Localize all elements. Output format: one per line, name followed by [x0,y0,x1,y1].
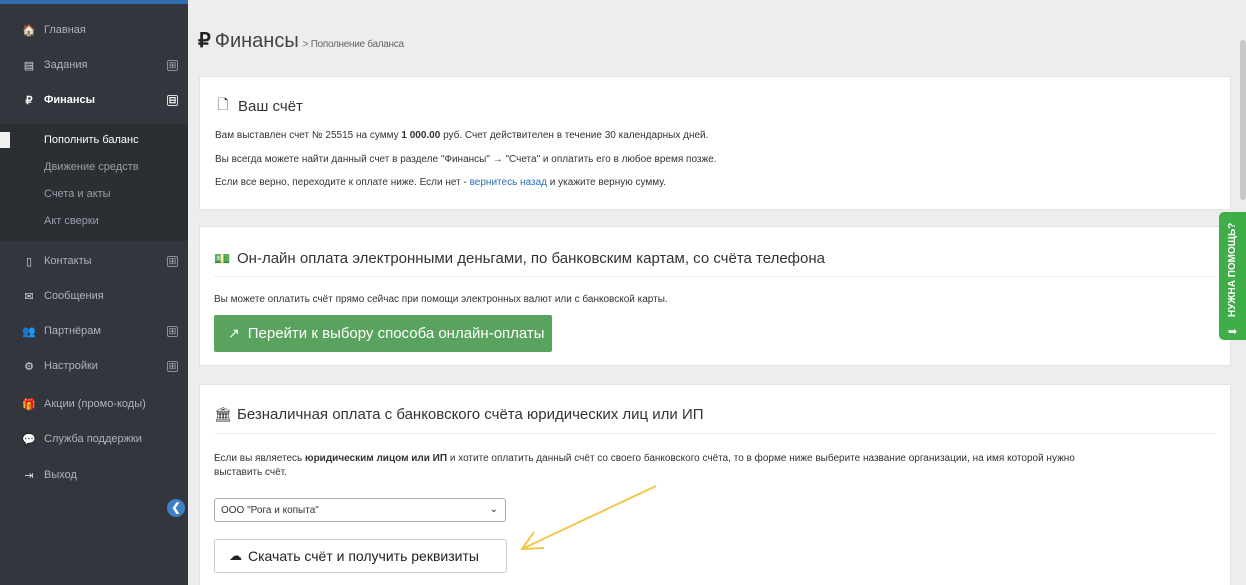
divider [214,276,1216,277]
expand-icon[interactable]: ⊞ [167,59,178,71]
home-icon: 🏠 [22,24,36,37]
sidebar-item-label: Служба поддержки [44,433,142,445]
money-icon: 💵 [214,250,231,266]
submenu-item-top-up[interactable]: Пополнить баланс [0,127,188,153]
expand-icon[interactable]: ⊞ [167,325,178,337]
submenu-item-label: Движение средств [44,161,139,173]
annotation-arrow [520,485,657,551]
button-label: Скачать счёт и получить реквизиты [248,548,479,564]
sidebar-item-messages[interactable]: ✉ Сообщения [0,279,188,313]
bank-icon: 🏛 [214,406,232,422]
expand-icon[interactable]: ⊞ [167,255,178,267]
breadcrumb: > Пополнение баланса [302,39,404,50]
sidebar-item-logout[interactable]: ⇥ Выход [0,458,188,492]
gear-icon: ⚙ [24,360,34,373]
users-icon: 👥 [22,325,36,338]
panel-title: 💵 Он-лайн оплата электронными деньгами, … [214,250,825,267]
sidebar-item-support[interactable]: 💬 Служба поддержки [0,422,188,456]
ruble-icon: ₽ [198,30,211,52]
invoice-line-2: Вы всегда можете найти данный счет в раз… [215,154,717,165]
panel-title: 🏛 Безналичная оплата с банковского счёта… [214,406,704,423]
text-segment: юридическим лицом или ИП [305,453,448,464]
submenu-item-reconciliation[interactable]: Акт сверки [0,208,188,234]
external-link-icon: ↗ [228,325,240,341]
panel-title-text: Безналичная оплата с банковского счёта ю… [237,406,704,423]
chat-icon: 💬 [22,433,36,446]
submenu-item-invoices[interactable]: Счета и акты [0,181,188,207]
sidebar-item-home[interactable]: 🏠 Главная [0,13,188,47]
contacts-icon: ▯ [25,255,33,268]
sidebar-item-settings[interactable]: ⚙ Настройки ⊞ [0,349,188,383]
panel-title-text: Ваш счёт [238,97,303,115]
text-segment: Если вы являетесь [214,453,306,464]
text-segment: руб. Счет действителен в течение 30 кале… [440,130,709,141]
panel-title: 🗋 Ваш счёт [215,94,303,118]
submenu-item-transactions[interactable]: Движение средств [0,154,188,180]
sidebar-item-finance[interactable]: ₽ Финансы ⊟ [0,83,188,117]
invoice-amount: 1 000.00 [401,130,441,141]
help-tab[interactable]: НУЖНА ПОМОЩЬ? ➡ [1219,212,1246,340]
tasks-icon: ▤ [23,59,35,72]
page-header: ₽ Финансы > Пополнение баланса [198,28,404,53]
help-tab-label: НУЖНА ПОМОЩЬ? [1227,222,1238,318]
collapse-icon[interactable]: ⊟ [167,94,178,106]
cloud-download-icon: ☁ [229,548,242,563]
ruble-icon: ₽ [25,94,33,107]
invoice-panel: 🗋 Ваш счёт Вам выставлен счет № 25515 на… [199,76,1231,210]
active-marker [0,132,10,148]
go-back-link[interactable]: вернитесь назад [470,177,547,188]
panel-title-text: Он-лайн оплата электронными деньгами, по… [237,250,825,267]
organization-select[interactable]: ООО "Рога и копыта" ⌄ [214,498,506,522]
bank-transfer-text-line-2: выставить счёт. [214,467,287,478]
sidebar-item-tasks[interactable]: ▤ Задания ⊞ [0,48,188,82]
page-title: Финансы [214,30,299,52]
sidebar-item-label: Задания [44,59,88,71]
finance-submenu: Пополнить баланс Движение средств Счета … [0,124,188,241]
divider [214,433,1216,434]
sidebar-item-label: Настройки [44,360,98,372]
button-label: Перейти к выбору способа онлайн-оплаты [247,325,545,342]
sidebar: 🏠 Главная ▤ Задания ⊞ ₽ Финансы ⊟ Пополн… [0,0,188,585]
text-segment: Вам выставлен счет № 25515 на сумму [215,130,402,141]
sidebar-top-accent [0,0,188,4]
sidebar-item-label: Контакты [44,255,92,267]
gift-icon: 🎁 [22,398,36,411]
document-icon: 🗋 [217,96,229,112]
sidebar-item-contacts[interactable]: ▯ Контакты ⊞ [0,244,188,278]
online-payment-text: Вы можете оплатить счёт прямо сейчас при… [214,294,668,305]
sidebar-item-label: Финансы [44,94,96,106]
sidebar-item-partners[interactable]: 👥 Партнёрам ⊞ [0,314,188,348]
sidebar-item-label: Выход [44,469,77,481]
download-invoice-button[interactable]: ☁ Скачать счёт и получить реквизиты [214,539,507,573]
chevron-down-icon: ⌄ [489,504,498,515]
sidebar-item-label: Акции (промо-коды) [44,398,146,410]
text-segment: и хотите оплатить данный счёт со своего … [447,453,1075,464]
sidebar-item-label: Партнёрам [44,325,101,337]
sidebar-item-label: Сообщения [44,290,104,302]
text-segment: и укажите верную сумму. [547,177,667,188]
arrow-right-icon: ➡ [1227,326,1238,338]
expand-icon[interactable]: ⊞ [167,360,178,372]
sidebar-item-label: Главная [44,24,86,36]
scrollbar[interactable] [1240,40,1246,200]
bank-transfer-text: Если вы являетесь юридическим лицом или … [214,453,1075,464]
online-payment-button[interactable]: ↗ Перейти к выбору способа онлайн-оплаты [214,315,552,352]
invoice-line-3: Если все верно, переходите к оплате ниже… [215,177,666,188]
envelope-icon: ✉ [24,290,34,303]
text-segment: Если все верно, переходите к оплате ниже… [215,177,470,188]
select-value: ООО "Рога и копыта" [221,504,319,516]
invoice-line-1: Вам выставлен счет № 25515 на сумму 1 00… [215,130,708,141]
sidebar-collapse-button[interactable]: ❮ [167,499,185,517]
submenu-item-label: Акт сверки [44,215,99,227]
logout-icon: ⇥ [24,469,34,482]
sidebar-item-promo[interactable]: 🎁 Акции (промо-коды) [0,387,188,421]
submenu-item-label: Счета и акты [44,188,111,200]
submenu-item-label: Пополнить баланс [44,134,139,146]
